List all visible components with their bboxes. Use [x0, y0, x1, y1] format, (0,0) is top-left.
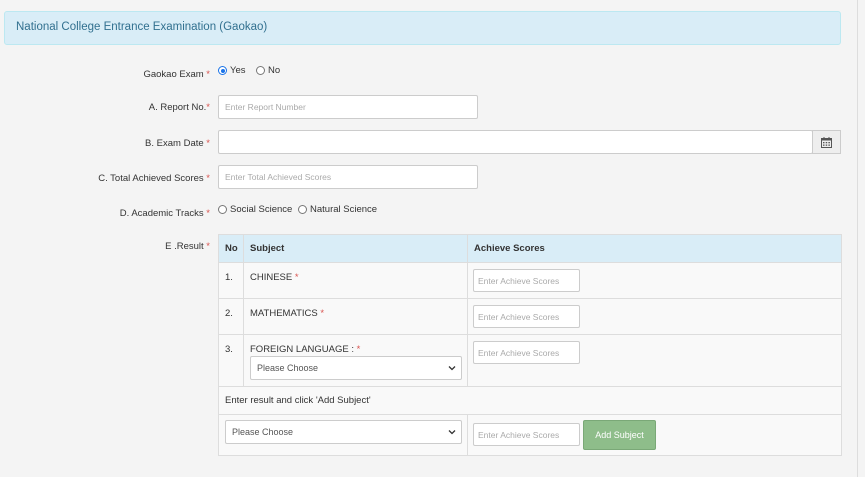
- header-subject: Subject: [250, 243, 285, 254]
- subject-name: MATHEMATICS *: [250, 308, 325, 319]
- report-no-input[interactable]: [218, 95, 478, 119]
- gaokao-no-radio[interactable]: No: [256, 65, 280, 76]
- add-subject-button[interactable]: Add Subject: [583, 420, 656, 450]
- add-subject-select[interactable]: Please Choose: [225, 420, 462, 444]
- gaokao-yes-radio[interactable]: Yes: [218, 65, 246, 76]
- calendar-button[interactable]: [812, 130, 841, 154]
- section-title: National College Entrance Examination (G…: [16, 21, 268, 33]
- chevron-down-icon: [448, 430, 456, 435]
- result-table: No Subject Achieve Scores 1. CHINESE * E…: [218, 234, 842, 456]
- section-header: National College Entrance Examination (G…: [4, 11, 841, 45]
- foreign-language-select[interactable]: Please Choose: [250, 356, 462, 380]
- radio-unchecked-icon: [256, 66, 265, 75]
- row-number: 2.: [225, 308, 233, 319]
- radio-unchecked-icon: [298, 205, 307, 214]
- header-achieve-scores: Achieve Scores: [474, 243, 545, 254]
- radio-checked-icon: [218, 66, 227, 75]
- column-divider: [467, 235, 468, 386]
- result-label: E .Result *: [165, 241, 210, 252]
- table-header: No Subject Achieve Scores: [219, 235, 841, 263]
- report-no-label: A. Report No.*: [148, 102, 210, 113]
- academic-tracks-label: D. Academic Tracks *: [119, 208, 210, 219]
- total-scores-input[interactable]: [218, 165, 478, 189]
- column-divider: [467, 414, 468, 456]
- chevron-down-icon: [448, 366, 456, 371]
- exam-date-label: B. Exam Date *: [145, 138, 210, 149]
- scrollbar-track[interactable]: [857, 0, 865, 477]
- row-divider: [219, 414, 841, 415]
- exam-date-input[interactable]: [218, 130, 813, 154]
- add-subject-instruction: Enter result and click 'Add Subject': [225, 395, 371, 406]
- row-divider: [219, 298, 841, 299]
- chinese-score-input[interactable]: Enter Achieve Scores: [473, 269, 580, 292]
- row-divider: [219, 386, 841, 387]
- foreign-language-score-input[interactable]: Enter Achieve Scores: [473, 341, 580, 364]
- add-subject-score-input[interactable]: Enter Achieve Scores: [473, 423, 580, 446]
- natural-science-radio[interactable]: Natural Science: [298, 204, 377, 215]
- total-scores-label: C. Total Achieved Scores *: [98, 173, 210, 184]
- column-divider: [243, 235, 244, 386]
- social-science-radio[interactable]: Social Science: [218, 204, 292, 215]
- calendar-icon: [821, 136, 832, 148]
- subject-name: CHINESE *: [250, 272, 299, 283]
- mathematics-score-input[interactable]: Enter Achieve Scores: [473, 305, 580, 328]
- subject-name: FOREIGN LANGUAGE : *: [250, 344, 361, 355]
- header-no: No: [225, 243, 238, 254]
- gaokao-exam-label: Gaokao Exam *: [143, 69, 210, 80]
- row-number: 1.: [225, 272, 233, 283]
- row-number: 3.: [225, 344, 233, 355]
- row-divider: [219, 334, 841, 335]
- radio-unchecked-icon: [218, 205, 227, 214]
